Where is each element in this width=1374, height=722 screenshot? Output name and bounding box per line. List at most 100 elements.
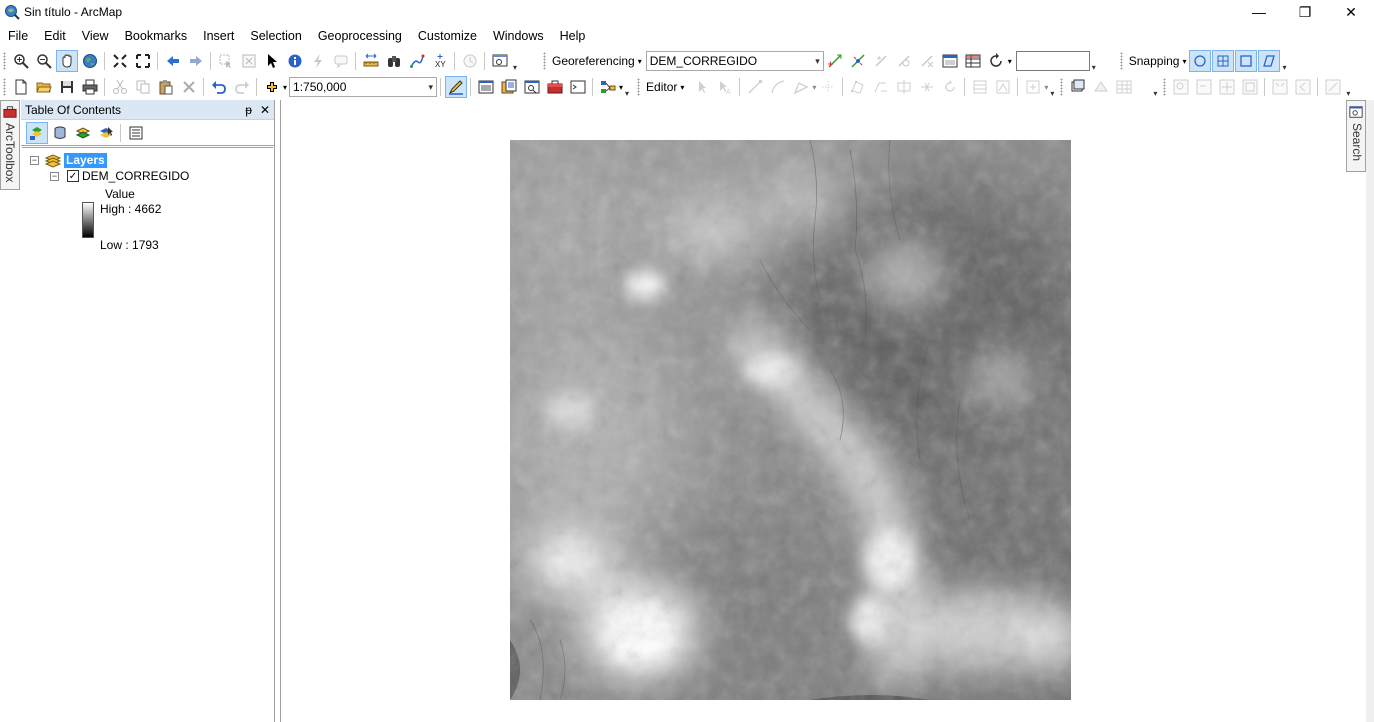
toc-options-button[interactable] xyxy=(125,122,147,144)
toolbar-overflow[interactable]: ▾ xyxy=(1344,76,1352,98)
pan-button[interactable] xyxy=(55,50,78,72)
toolbar-overflow[interactable]: ▾ xyxy=(1090,50,1098,72)
python-window-button[interactable] xyxy=(567,76,589,98)
snapping-dropdown-arrow[interactable]: ▾ xyxy=(1182,57,1186,66)
menu-insert[interactable]: Insert xyxy=(195,26,242,46)
measure-button[interactable] xyxy=(360,50,382,72)
menu-bookmarks[interactable]: Bookmarks xyxy=(117,26,196,46)
layout-pan-button[interactable] xyxy=(1216,76,1238,98)
layout-back-button[interactable] xyxy=(1292,76,1314,98)
toolbar-grip[interactable] xyxy=(1163,78,1167,96)
snapping-menu[interactable]: Snapping xyxy=(1126,54,1183,68)
menu-file[interactable]: File xyxy=(0,26,36,46)
menu-view[interactable]: View xyxy=(74,26,117,46)
minimize-button[interactable]: — xyxy=(1236,0,1282,24)
layer-name[interactable]: DEM_CORREGIDO xyxy=(82,169,189,183)
construction-tools-button[interactable] xyxy=(790,76,812,98)
copy-button[interactable] xyxy=(132,76,154,98)
toolbar-grip[interactable] xyxy=(3,52,6,70)
zoom-to-selected-link-button[interactable] xyxy=(893,50,915,72)
toolbar-grip[interactable] xyxy=(543,52,546,70)
hyperlink-button[interactable] xyxy=(307,50,329,72)
find-button[interactable] xyxy=(383,50,405,72)
layers-label[interactable]: Layers xyxy=(64,152,107,168)
toolbar-grip[interactable] xyxy=(1060,78,1064,96)
viewer-button[interactable] xyxy=(939,50,961,72)
trace-button[interactable] xyxy=(817,76,839,98)
toolbar-overflow[interactable]: ▾ xyxy=(623,76,631,98)
collapse-layer-icon[interactable]: − xyxy=(50,171,59,181)
toolbar-overflow[interactable]: ▾ xyxy=(1151,76,1159,98)
pin-icon[interactable]: ᵽ xyxy=(245,103,252,117)
select-elements-button[interactable] xyxy=(261,50,283,72)
end-snapping-button[interactable] xyxy=(1211,50,1234,72)
new-document-button[interactable] xyxy=(10,76,32,98)
edit-tool-button[interactable] xyxy=(691,76,713,98)
map-scale-select[interactable]: 1:750,000 ▾ xyxy=(289,77,438,97)
menu-selection[interactable]: Selection xyxy=(242,26,309,46)
add-control-points-button[interactable] xyxy=(824,50,846,72)
menu-windows[interactable]: Windows xyxy=(485,26,552,46)
toolbar-grip[interactable] xyxy=(1119,52,1123,70)
layers-dataframe-row[interactable]: − Layers xyxy=(30,152,107,168)
cut-button[interactable] xyxy=(109,76,131,98)
arctoolbox-window-button[interactable] xyxy=(544,76,566,98)
fixed-zoom-out-button[interactable] xyxy=(132,50,154,72)
reshape-feature-button[interactable] xyxy=(870,76,892,98)
vertex-snapping-button[interactable] xyxy=(1234,50,1257,72)
clear-selection-button[interactable] xyxy=(238,50,260,72)
georeferencing-dropdown-arrow[interactable]: ▾ xyxy=(638,57,642,66)
catalog-window-button[interactable] xyxy=(498,76,520,98)
list-by-visibility-button[interactable] xyxy=(72,122,94,144)
edit-vertices-button[interactable] xyxy=(847,76,869,98)
straight-segment-button[interactable] xyxy=(744,76,766,98)
layout-zoom-in-button[interactable] xyxy=(1170,76,1192,98)
fixed-zoom-in-button[interactable] xyxy=(109,50,131,72)
collapse-layers-icon[interactable]: − xyxy=(30,155,39,165)
back-extent-button[interactable] xyxy=(162,50,184,72)
edge-snapping-button[interactable] xyxy=(1257,50,1280,72)
identify-button[interactable] xyxy=(284,50,306,72)
undo-button[interactable] xyxy=(208,76,230,98)
forward-extent-button[interactable] xyxy=(185,50,207,72)
zoom-whole-page-button[interactable] xyxy=(1239,76,1261,98)
zoom-in-button[interactable] xyxy=(10,50,32,72)
link-table-button[interactable] xyxy=(962,50,984,72)
construction-dropdown-arrow[interactable]: ▾ xyxy=(812,83,816,92)
rotate-tool-button[interactable] xyxy=(939,76,961,98)
map-display[interactable] xyxy=(280,100,1344,722)
create-features-button[interactable] xyxy=(1022,76,1044,98)
menu-help[interactable]: Help xyxy=(552,26,594,46)
print-button[interactable] xyxy=(79,76,101,98)
menu-geoprocessing[interactable]: Geoprocessing xyxy=(310,26,410,46)
georeferencing-layer-select[interactable]: DEM_CORREGIDO ▾ xyxy=(645,51,824,71)
create-viewer-window-button[interactable] xyxy=(489,50,511,72)
editor-toolbar-button[interactable] xyxy=(444,76,467,98)
end-point-arc-button[interactable] xyxy=(767,76,789,98)
select-features-button[interactable] xyxy=(215,50,237,72)
model-builder-button[interactable] xyxy=(597,76,619,98)
delete-button[interactable] xyxy=(178,76,200,98)
search-side-tab[interactable]: Search xyxy=(1346,100,1366,172)
sketch-properties-button[interactable] xyxy=(992,76,1014,98)
find-route-button[interactable] xyxy=(406,50,428,72)
toolbar-grip[interactable] xyxy=(637,78,641,96)
time-slider-button[interactable] xyxy=(459,50,481,72)
close-button[interactable]: ✕ xyxy=(1328,0,1374,24)
rotate-dropdown-arrow[interactable]: ▾ xyxy=(1008,57,1012,66)
paste-button[interactable] xyxy=(155,76,177,98)
add-data-dropdown-arrow[interactable]: ▾ xyxy=(283,83,287,92)
zoom-out-button[interactable] xyxy=(33,50,55,72)
redo-button[interactable] xyxy=(231,76,253,98)
delete-link-button[interactable] xyxy=(916,50,938,72)
editor-menu[interactable]: Editor xyxy=(643,80,680,94)
arctoolbox-side-tab[interactable]: ArcToolbox xyxy=(0,100,20,190)
html-popup-button[interactable] xyxy=(330,50,352,72)
rotation-angle-input[interactable] xyxy=(1015,51,1090,71)
open-button[interactable] xyxy=(33,76,55,98)
list-by-source-button[interactable] xyxy=(49,122,71,144)
menu-customize[interactable]: Customize xyxy=(410,26,485,46)
layout-fixed-zoom-button[interactable] xyxy=(1269,76,1291,98)
editor-dropdown-arrow[interactable]: ▾ xyxy=(680,83,684,92)
toolbar-overflow[interactable]: ▾ xyxy=(511,50,519,72)
